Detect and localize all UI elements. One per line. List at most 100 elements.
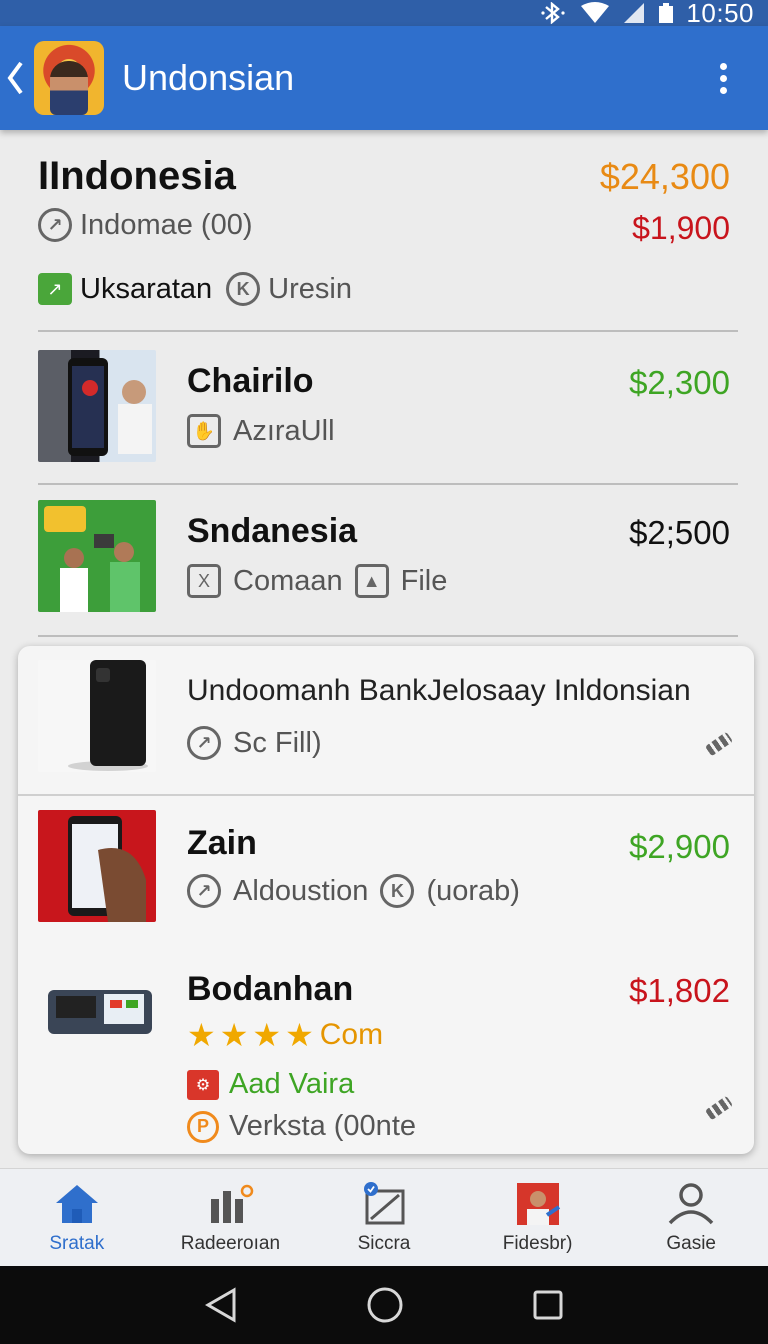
divider — [38, 330, 738, 332]
item-meta-text: Comaan — [233, 564, 343, 597]
home-icon — [55, 1184, 98, 1223]
product-card: Undoomanh BankJelosaay Inldonsian ↗ Sc F… — [18, 646, 754, 1154]
star-icon: ★ — [219, 1017, 249, 1053]
nav-item-fidesbr[interactable]: Fidesbr) — [461, 1169, 615, 1266]
item-meta-text: Aldoustion — [233, 874, 369, 907]
drag-handle-icon[interactable] — [704, 1095, 734, 1121]
clock: 10:50 — [686, 0, 754, 28]
item-meta: ↗ Sc Fill) — [187, 726, 322, 760]
drag-handle-icon[interactable] — [704, 731, 734, 757]
battery-icon — [659, 3, 674, 23]
nav-item-radeeroian[interactable]: Radeeroıan — [154, 1169, 308, 1266]
overflow-menu-button[interactable] — [698, 62, 748, 94]
nav-item-siccra[interactable]: Siccra — [307, 1169, 461, 1266]
back-button[interactable] — [0, 26, 30, 130]
item-tag: P Verksta (00nte — [187, 1110, 416, 1143]
item-meta-text: File — [400, 564, 448, 597]
phone-image-icon — [68, 660, 148, 771]
header-price-sub: $1,900 — [632, 210, 730, 246]
p-circle-icon: P — [187, 1110, 219, 1143]
product-thumbnail — [38, 960, 156, 1072]
image-icon: ▲ — [354, 564, 389, 598]
product-thumbnail — [38, 810, 156, 922]
nav-item-gasie[interactable]: Gasie — [614, 1169, 768, 1266]
dot-icon — [719, 86, 727, 94]
app-bar: Undonsian — [0, 26, 768, 130]
divider — [38, 635, 738, 637]
list-item[interactable]: Chairilo $2,300 ✋ AzırаUll — [38, 350, 730, 470]
item-meta-text: Sc Fill) — [233, 726, 322, 759]
card-row-title: Undoomanh BankJelosaay Inldonsian — [187, 674, 691, 707]
recents-square-icon[interactable] — [532, 1289, 564, 1321]
divider — [18, 794, 754, 796]
divider — [38, 483, 738, 485]
tag-uksaratan[interactable]: ↗ Uksaratan — [38, 273, 212, 306]
star-icon: ★ — [285, 1017, 314, 1053]
item-price: $1,802 — [629, 972, 730, 1009]
item-meta-text: (uorab) — [426, 874, 520, 907]
product-thumbnail — [38, 500, 156, 612]
item-title: Sndanesia — [187, 512, 358, 550]
app-avatar[interactable] — [34, 41, 104, 115]
item-meta-text: AzırаUll — [233, 414, 335, 447]
header-tags: ↗ Uksaratan K Uresin — [38, 272, 352, 306]
k-circle-icon: K — [226, 272, 261, 306]
item-price: $2,300 — [629, 364, 730, 401]
item-meta: ✋ AzırаUll — [187, 414, 335, 448]
product-thumbnail — [38, 660, 156, 772]
gear-icon: ⚙ — [187, 1069, 219, 1100]
clock-icon: ↗ — [187, 874, 221, 908]
tag-label: Uresin — [268, 272, 352, 305]
x-box-icon: X — [187, 564, 221, 598]
person-icon — [668, 1182, 714, 1224]
item-price: $2;500 — [629, 514, 730, 551]
tag-label: Uksaratan — [80, 272, 213, 305]
nav-label: Gasie — [666, 1232, 716, 1254]
header-block: IIndonesia $24,300 ↗ Indomae (00) $1,900… — [38, 150, 730, 330]
header-title: IIndonesia — [38, 154, 236, 198]
signal-icon — [624, 3, 645, 23]
item-meta: ↗ Aldoustion K (uorab) — [187, 874, 520, 908]
nav-label: Fidesbr) — [502, 1232, 573, 1254]
star-icon: ★ — [252, 1017, 282, 1053]
device-image-icon — [48, 990, 152, 1034]
list-item[interactable]: Sndanesia $2;500 X Comaan ▲ File — [38, 500, 730, 620]
star-icon: ★ — [187, 1017, 216, 1053]
chevron-left-icon — [7, 61, 23, 95]
item-meta: X Comaan ▲ File — [187, 564, 447, 598]
nav-label: Radeeroıan — [180, 1232, 281, 1254]
item-price: $2,900 — [629, 828, 730, 865]
nav-label: Siccra — [357, 1232, 411, 1254]
system-navigation-bar — [0, 1266, 768, 1344]
back-triangle-icon[interactable] — [204, 1287, 238, 1323]
app-title: Undonsian — [122, 57, 295, 98]
clock-icon: ↗ — [187, 726, 221, 760]
compose-icon — [363, 1181, 405, 1224]
header-subtitle: ↗ Indomae (00) — [38, 208, 253, 242]
bottom-navigation: Sratak Radeeroıan Siccra Fidesbr) Gasie — [0, 1168, 768, 1266]
header-price-main: $24,300 — [599, 156, 730, 197]
item-title: Zain — [187, 824, 257, 862]
phone-image-icon — [68, 816, 146, 922]
rating: ★ ★ ★ ★ Com — [187, 1016, 383, 1054]
home-circle-icon[interactable] — [366, 1286, 404, 1324]
bluetooth-icon — [541, 2, 566, 24]
nav-label: Sratak — [49, 1232, 105, 1254]
wifi-icon — [581, 2, 610, 23]
nav-item-sratak[interactable]: Sratak — [0, 1169, 154, 1266]
rating-label: Com — [319, 1018, 384, 1051]
clock-icon: ↗ — [38, 208, 72, 242]
people-image-icon — [44, 506, 140, 612]
hand-icon: ✋ — [187, 414, 221, 448]
item-title: Bodanhan — [187, 970, 354, 1008]
item-title: Chairilo — [187, 362, 314, 400]
tag-uresin[interactable]: K Uresin — [226, 272, 352, 306]
item-tag-text: Verksta (00nte — [229, 1110, 416, 1142]
stats-icon — [211, 1184, 254, 1223]
status-bar: 10:50 — [0, 0, 768, 28]
chart-icon: ↗ — [38, 273, 72, 305]
item-tag-text: Aad Vaira — [229, 1068, 355, 1100]
header-subtitle-text: Indomae (00) — [80, 208, 253, 241]
item-tag: ⚙ Aad Vaira — [187, 1068, 354, 1101]
dot-icon — [719, 74, 727, 82]
